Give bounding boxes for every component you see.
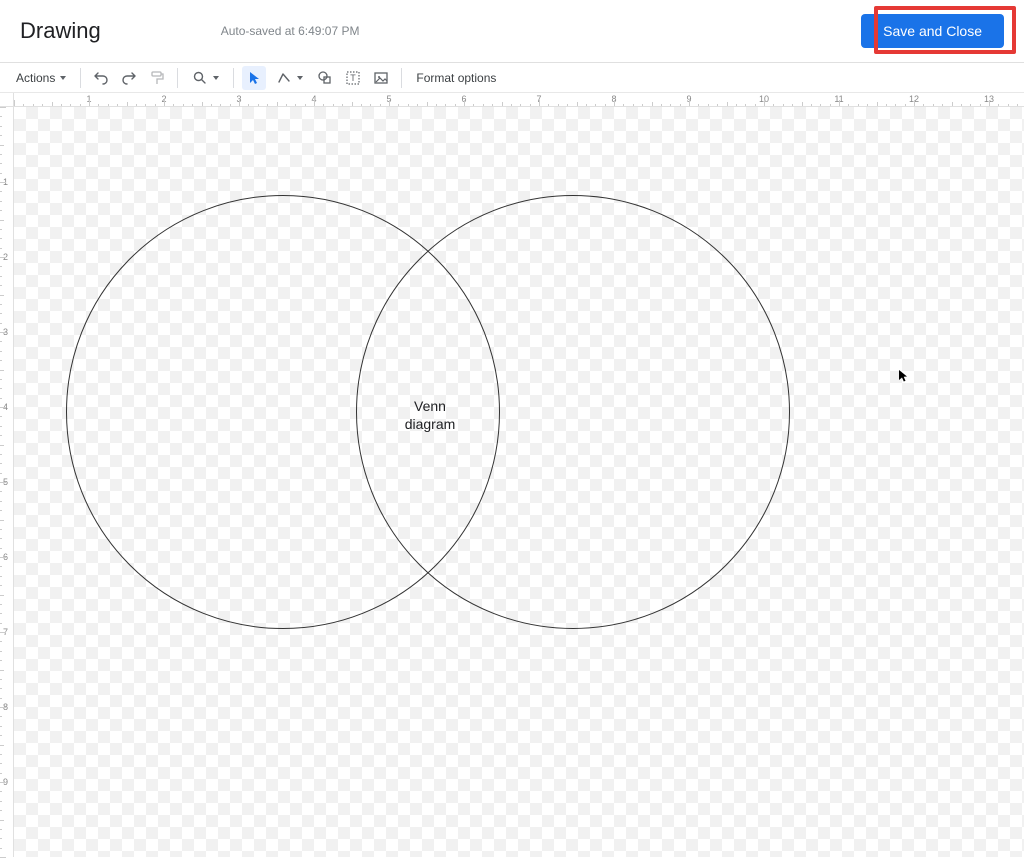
- toolbar-divider: [401, 68, 402, 88]
- vertical-ruler: 123456789: [0, 107, 14, 857]
- select-tool-button[interactable]: [242, 66, 266, 90]
- venn-text-line2: diagram: [405, 416, 456, 432]
- drawing-canvas[interactable]: Venn diagram: [14, 107, 1024, 857]
- zoom-button[interactable]: [186, 66, 225, 90]
- venn-text-box[interactable]: Venn diagram: [395, 397, 465, 433]
- svg-text:T: T: [351, 73, 357, 83]
- dialog-title: Drawing: [20, 18, 101, 44]
- caret-down-icon: [60, 76, 66, 80]
- header: Drawing Auto-saved at 6:49:07 PM Save an…: [0, 0, 1024, 63]
- line-icon: [276, 70, 292, 86]
- paint-format-button[interactable]: [145, 66, 169, 90]
- save-and-close-button[interactable]: Save and Close: [861, 14, 1004, 48]
- shape-tool-button[interactable]: [313, 66, 337, 90]
- text-box-icon: T: [345, 70, 361, 86]
- shape-icon: [317, 70, 333, 86]
- format-options-label: Format options: [416, 71, 496, 85]
- toolbar: Actions T Format options: [0, 63, 1024, 93]
- actions-label: Actions: [16, 71, 55, 85]
- line-tool-button[interactable]: [270, 66, 309, 90]
- undo-button[interactable]: [89, 66, 113, 90]
- horizontal-ruler: 12345678910111213: [14, 93, 1024, 107]
- undo-icon: [93, 70, 109, 86]
- paint-roller-icon: [149, 70, 165, 86]
- redo-icon: [121, 70, 137, 86]
- caret-down-icon: [297, 76, 303, 80]
- caret-down-icon: [213, 76, 219, 80]
- mouse-cursor-icon: [898, 369, 908, 383]
- redo-button[interactable]: [117, 66, 141, 90]
- image-button[interactable]: [369, 66, 393, 90]
- autosave-status: Auto-saved at 6:49:07 PM: [221, 24, 360, 38]
- zoom-icon: [192, 70, 208, 86]
- format-options-button[interactable]: Format options: [410, 66, 502, 90]
- text-box-button[interactable]: T: [341, 66, 365, 90]
- toolbar-divider: [177, 68, 178, 88]
- venn-text-line1: Venn: [414, 398, 446, 414]
- actions-menu-button[interactable]: Actions: [10, 66, 72, 90]
- image-icon: [373, 70, 389, 86]
- cursor-icon: [247, 71, 261, 85]
- toolbar-divider: [233, 68, 234, 88]
- ruler-corner: [0, 93, 14, 107]
- toolbar-divider: [80, 68, 81, 88]
